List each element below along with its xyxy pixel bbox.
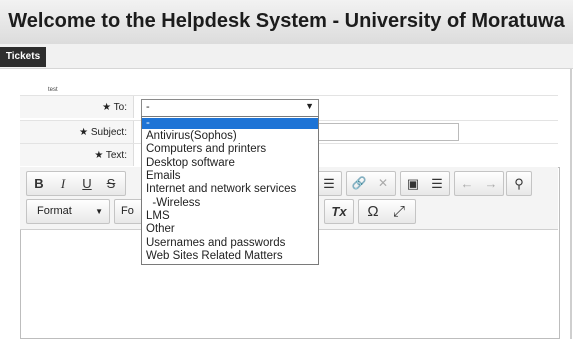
to-select-value: - (146, 101, 150, 113)
undo-group: ← → (454, 171, 504, 196)
justify-icon[interactable]: ☰ (317, 172, 341, 195)
dropdown-option[interactable]: - (142, 117, 318, 129)
strike-button[interactable]: S (99, 172, 123, 195)
horizontal-line-icon[interactable]: ☰ (425, 172, 449, 195)
dropdown-option[interactable]: LMS (142, 210, 318, 223)
remove-format-button[interactable]: Tx (327, 200, 351, 223)
dropdown-option[interactable]: Usernames and passwords (142, 237, 318, 250)
special-group: Ω ⤢ (358, 199, 416, 224)
text-label-cell: ★ Text: (20, 144, 134, 166)
dropdown-option[interactable]: Internet and network services (142, 183, 318, 196)
dropdown-option[interactable]: Antivirus(Sophos) (142, 130, 318, 143)
format-combo[interactable]: Format ▼ (26, 199, 110, 224)
dropdown-option[interactable]: Emails (142, 170, 318, 183)
italic-button[interactable]: I (51, 172, 75, 195)
dropdown-option[interactable]: Other (142, 223, 318, 236)
remove-format-group: Tx (324, 199, 354, 224)
search-icon[interactable]: ⚲ (507, 172, 531, 195)
dropdown-option[interactable]: Desktop software (142, 157, 318, 170)
bold-button[interactable]: B (27, 172, 51, 195)
tab-bar: Tickets (0, 44, 573, 69)
insert-group: ▣ ☰ (400, 171, 450, 196)
app-header: Welcome to the Helpdesk System - Univers… (0, 0, 573, 45)
breadcrumb: test (48, 87, 58, 93)
to-select[interactable]: - ▼ (141, 99, 319, 117)
redo-icon[interactable]: → (479, 172, 503, 195)
tab-tickets[interactable]: Tickets (0, 47, 46, 67)
page-title: Welcome to the Helpdesk System - Univers… (8, 10, 565, 32)
image-icon[interactable]: ▣ (401, 172, 425, 195)
to-label-cell: ★ To: (20, 96, 134, 118)
subject-label-cell: ★ Subject: (20, 121, 134, 143)
format-label: Format (37, 205, 72, 217)
underline-button[interactable]: U (75, 172, 99, 195)
undo-icon[interactable]: ← (455, 172, 479, 195)
dropdown-option[interactable]: -Wireless (142, 197, 318, 210)
chevron-down-icon: ▼ (95, 207, 103, 216)
link-icon[interactable]: 🔗 (347, 172, 371, 195)
basic-styles-group: B I U S (26, 171, 126, 196)
link-group: 🔗 ✕ (346, 171, 396, 196)
subject-label: ★ Subject: (79, 127, 127, 138)
to-label: ★ To: (102, 102, 127, 113)
find-group: ⚲ (506, 171, 532, 196)
special-char-button[interactable]: Ω (361, 200, 385, 223)
chevron-down-icon: ▼ (305, 101, 314, 111)
unlink-icon[interactable]: ✕ (371, 172, 395, 195)
text-label: ★ Text: (94, 150, 127, 161)
dropdown-option[interactable]: Computers and printers (142, 143, 318, 156)
font-label: Fo (121, 205, 134, 217)
dropdown-option[interactable]: Web Sites Related Matters (142, 250, 318, 263)
justify-group: ☰ (316, 171, 342, 196)
to-dropdown-list: - Antivirus(Sophos) Computers and printe… (141, 116, 319, 265)
maximize-button[interactable]: ⤢ (387, 200, 411, 223)
